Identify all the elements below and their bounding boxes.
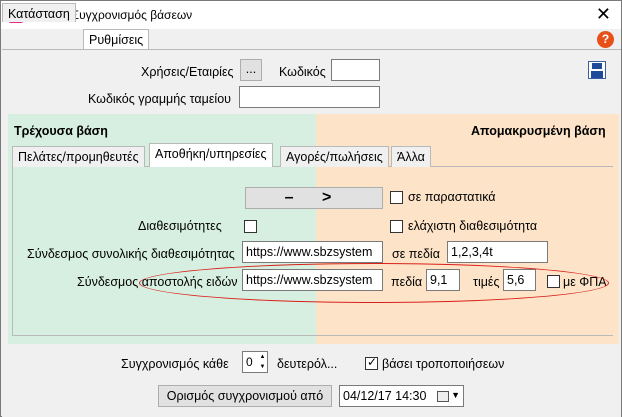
tab-sales[interactable]: Αγορές/πωλήσεις — [280, 146, 389, 167]
code-label: Κωδικός — [279, 65, 326, 79]
remote-db-title: Απομακρυσμένη βάση — [471, 124, 606, 138]
code-field[interactable] — [331, 59, 380, 81]
seconds-label: δευτερόλ... — [277, 357, 338, 371]
tab-status[interactable]: Κατάσταση — [2, 3, 76, 22]
tab-customers[interactable]: Πελάτες/προμηθευτές — [12, 146, 145, 167]
title-bar: EMDI - Συγχρονισμός βάσεων ✕ — [1, 1, 621, 29]
availability-label: Διαθεσιμότητες — [138, 219, 222, 233]
sync-seconds-spinner[interactable]: 0 ▲ ▼ — [242, 351, 268, 373]
sync-every-label: Συγχρονισμός κάθε — [121, 357, 229, 371]
transfer-button[interactable]: – > — [245, 187, 383, 209]
in-documents-checkbox[interactable] — [390, 191, 403, 204]
years-label: Χρήσεις/Εταιρίες — [141, 65, 234, 79]
annotation-oval — [139, 263, 609, 303]
sync-date-picker[interactable]: 04/12/17 14:30 ▼ — [339, 385, 464, 407]
min-availability-label: ελάχιστη διαθεσιμότητα — [408, 219, 538, 233]
save-icon[interactable] — [588, 61, 606, 79]
total-availability-link-label: Σύνδεσμος συνολικής διαθεσιμότητας — [27, 247, 235, 261]
in-fields-field[interactable]: 1,2,3,4t — [447, 241, 548, 263]
availability-checkbox[interactable] — [244, 220, 257, 233]
min-availability-checkbox[interactable] — [390, 220, 403, 233]
close-icon[interactable]: ✕ — [596, 4, 611, 24]
help-icon[interactable]: ? — [597, 31, 614, 48]
total-availability-link-field[interactable]: https://www.sbzsystem — [242, 241, 383, 263]
cashline-field[interactable] — [239, 86, 380, 108]
years-browse-button[interactable]: ... — [240, 59, 262, 81]
on-changes-checkbox[interactable] — [365, 355, 378, 370]
on-changes-label: βάσει τροποποιήσεων — [382, 357, 505, 371]
cashline-label: Κωδικός γραμμής ταμείου — [88, 92, 231, 106]
schedule-sync-button[interactable]: Ορισμός συγχρονισμού από — [158, 385, 332, 407]
tab-other[interactable]: Άλλα — [391, 146, 431, 167]
app-window: EMDI - Συγχρονισμός βάσεων ✕ Κατάσταση Ρ… — [0, 0, 622, 417]
current-db-title: Τρέχουσα βάση — [14, 124, 108, 138]
tab-settings[interactable]: Ρυθμίσεις — [83, 29, 150, 50]
chevron-down-icon[interactable]: ▼ — [451, 390, 460, 400]
in-fields-label: σε πεδία — [392, 247, 440, 261]
in-documents-label: σε παραστατικά — [408, 190, 496, 204]
calendar-icon[interactable] — [437, 391, 449, 402]
tab-warehouse[interactable]: Αποθήκη/υπηρεσίες — [149, 143, 273, 167]
